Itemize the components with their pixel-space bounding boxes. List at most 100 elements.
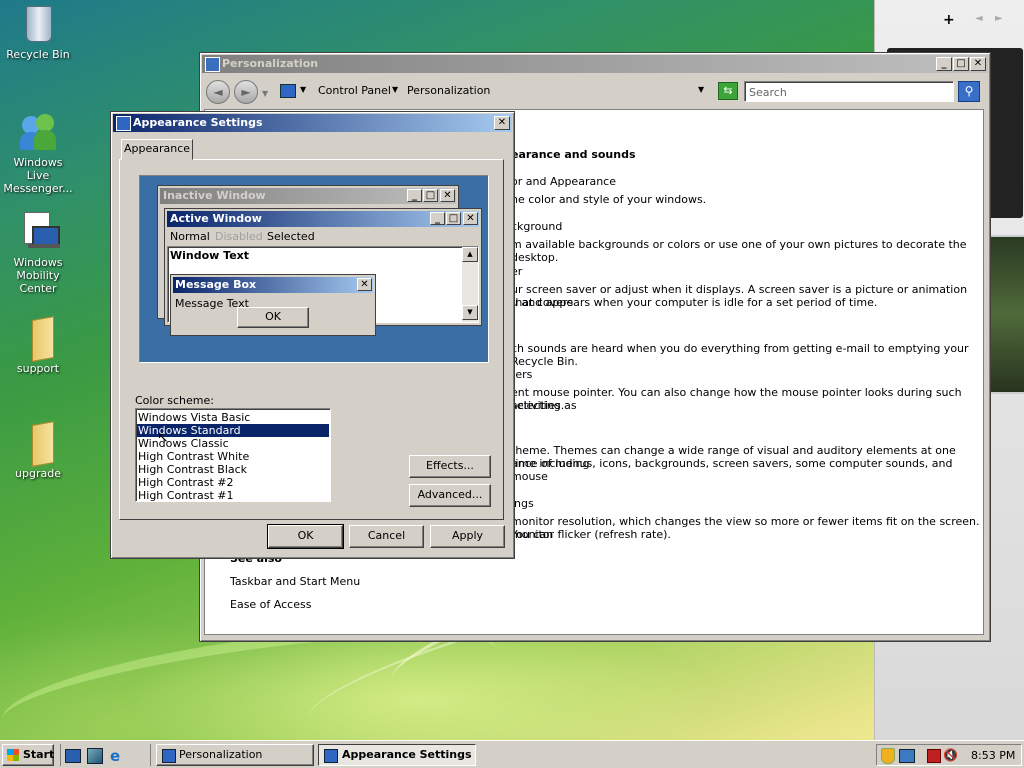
clock[interactable]: 8:53 PM [971, 749, 1015, 762]
dialog-title: Appearance Settings [133, 116, 263, 129]
advanced-button[interactable]: Advanced... [409, 484, 491, 507]
breadcrumb-separator-icon: ▼ [392, 85, 399, 94]
add-gadget-button[interactable]: + [943, 12, 955, 28]
messenger-icon [18, 112, 58, 152]
apply-button[interactable]: Apply [430, 525, 505, 548]
recycle-bin-icon [18, 4, 58, 44]
security-shield-icon[interactable] [881, 748, 895, 764]
color-scheme-label: Color scheme: [135, 394, 214, 407]
scroll-down-icon: ▼ [462, 305, 478, 320]
forward-button[interactable]: ► [234, 80, 258, 104]
prev-gadget-button[interactable]: ◄ [975, 13, 983, 24]
internet-explorer-icon[interactable]: e [110, 747, 120, 765]
folder-icon [18, 421, 58, 467]
dialog-titlebar[interactable]: Appearance Settings ✕ [113, 114, 512, 132]
maximize-icon: □ [423, 189, 438, 202]
control-panel-icon [205, 57, 220, 72]
search-icon[interactable]: ⚲ [958, 81, 980, 102]
history-dropdown-icon[interactable]: ▼ [262, 89, 268, 98]
effects-button[interactable]: Effects... [409, 455, 491, 478]
breadcrumb-separator-icon: ▼ [300, 85, 307, 94]
back-button[interactable]: ◄ [206, 80, 230, 104]
mouse-cursor-icon: ↖ [157, 430, 169, 446]
minimize-icon: _ [407, 189, 422, 202]
maximize-button[interactable]: □ [953, 57, 969, 71]
item-description: selecting. [511, 399, 565, 412]
tab-panel: Inactive Window _ □ ✕ Active Window _ □ … [119, 159, 504, 520]
desktop-icon-label: support [16, 362, 60, 375]
taskbar: Start e Personalization Appearance Setti… [0, 740, 1024, 768]
next-gadget-button[interactable]: ► [995, 13, 1003, 24]
close-icon: ✕ [440, 189, 455, 202]
network-icon[interactable] [899, 749, 915, 763]
divider [60, 744, 61, 766]
item-description: m available backgrounds or colors or use… [511, 238, 967, 264]
windows-logo-icon [7, 749, 19, 761]
desktop-icon-label: upgrade [15, 467, 61, 480]
volume-muted-icon[interactable]: 🔇 [943, 748, 958, 762]
preview-scrollbar: ▲ ▼ [462, 247, 478, 322]
refresh-icon[interactable]: ⇆ [718, 82, 738, 100]
appearance-icon [324, 749, 338, 763]
item-description: u and appears when your computer is idle… [511, 296, 878, 309]
power-icon[interactable] [927, 749, 941, 763]
scheme-preview: Inactive Window _ □ ✕ Active Window _ □ … [139, 175, 489, 363]
upgrade-folder[interactable]: upgrade [0, 421, 78, 480]
tab-appearance[interactable]: Appearance [121, 139, 193, 160]
scheme-option[interactable]: Windows Vista Basic [138, 411, 328, 424]
search-input[interactable]: Search [744, 81, 954, 102]
preview-msgbox-title: Message Box [173, 277, 373, 293]
desktop-icon-label: Windows Mobility Center [13, 256, 63, 295]
color-appearance-link[interactable]: or and Appearance [511, 175, 616, 188]
item-description: monitor flicker (refresh rate). [511, 528, 671, 541]
address-dropdown-icon[interactable]: ▼ [698, 85, 704, 94]
close-icon: ✕ [357, 278, 372, 291]
scheme-option[interactable]: High Contrast White [138, 450, 328, 463]
color-scheme-list[interactable]: Windows Vista Basic Windows Standard Win… [135, 408, 331, 502]
address-bar[interactable]: ▼ Control Panel ▼ Personalization ▼ [276, 81, 710, 101]
control-panel-icon [280, 84, 296, 98]
taskbar-start-menu-link[interactable]: Taskbar and Start Menu [230, 575, 360, 588]
window-title: Personalization [222, 57, 319, 70]
preview-message-box: Message Box ✕ Message Text OK [170, 274, 376, 336]
cancel-button[interactable]: Cancel [349, 525, 424, 548]
maximize-icon: □ [446, 212, 461, 225]
taskbar-item-label: Appearance Settings [342, 748, 472, 761]
close-button[interactable]: ✕ [494, 116, 510, 130]
minimize-button[interactable]: _ [936, 57, 952, 71]
taskbar-item-personalization[interactable]: Personalization [156, 744, 314, 766]
taskbar-item-label: Personalization [179, 748, 263, 761]
breadcrumb-personalization[interactable]: Personalization [407, 84, 490, 97]
item-description: ne color and style of your windows. [511, 193, 707, 206]
recycle-bin-shortcut[interactable]: Recycle Bin [0, 4, 78, 61]
mobility-center-icon [18, 212, 60, 252]
search-placeholder: Search [749, 86, 787, 99]
close-button[interactable]: ✕ [970, 57, 986, 71]
desktop-icon-label: Recycle Bin [6, 48, 70, 61]
support-folder[interactable]: support [0, 316, 78, 375]
mobility-center-shortcut[interactable]: Windows Mobility Center [0, 212, 78, 295]
folder-icon [18, 316, 58, 362]
desktop-background-link[interactable]: ckground [511, 220, 562, 233]
item-description: ance of menus, icons, backgrounds, scree… [511, 457, 953, 483]
minimize-icon: _ [430, 212, 445, 225]
close-icon: ✕ [463, 212, 478, 225]
taskbar-item-appearance-settings[interactable]: Appearance Settings [318, 744, 476, 766]
scheme-option[interactable]: High Contrast #1 [138, 489, 328, 502]
switch-windows-icon[interactable] [87, 748, 103, 764]
preview-menu-selected: Selected [267, 230, 315, 243]
appearance-settings-dialog: Appearance Settings ✕ Appearance Inactiv… [110, 111, 515, 559]
start-button[interactable]: Start [2, 744, 54, 766]
show-desktop-icon[interactable] [65, 749, 81, 763]
preview-menu-disabled: Disabled [215, 230, 263, 243]
scheme-option[interactable]: High Contrast #2 [138, 476, 328, 489]
slideshow-gadget[interactable] [987, 235, 1024, 394]
messenger-shortcut[interactable]: Windows Live Messenger... [0, 112, 78, 195]
breadcrumb-control-panel[interactable]: Control Panel [318, 84, 391, 97]
ease-of-access-link[interactable]: Ease of Access [230, 598, 311, 611]
ok-button[interactable]: OK [267, 524, 344, 549]
divider [150, 744, 151, 766]
scheme-option[interactable]: High Contrast Black [138, 463, 328, 476]
window-titlebar[interactable]: Personalization _ □ ✕ [202, 55, 988, 73]
page-heading: earance and sounds [511, 148, 636, 161]
